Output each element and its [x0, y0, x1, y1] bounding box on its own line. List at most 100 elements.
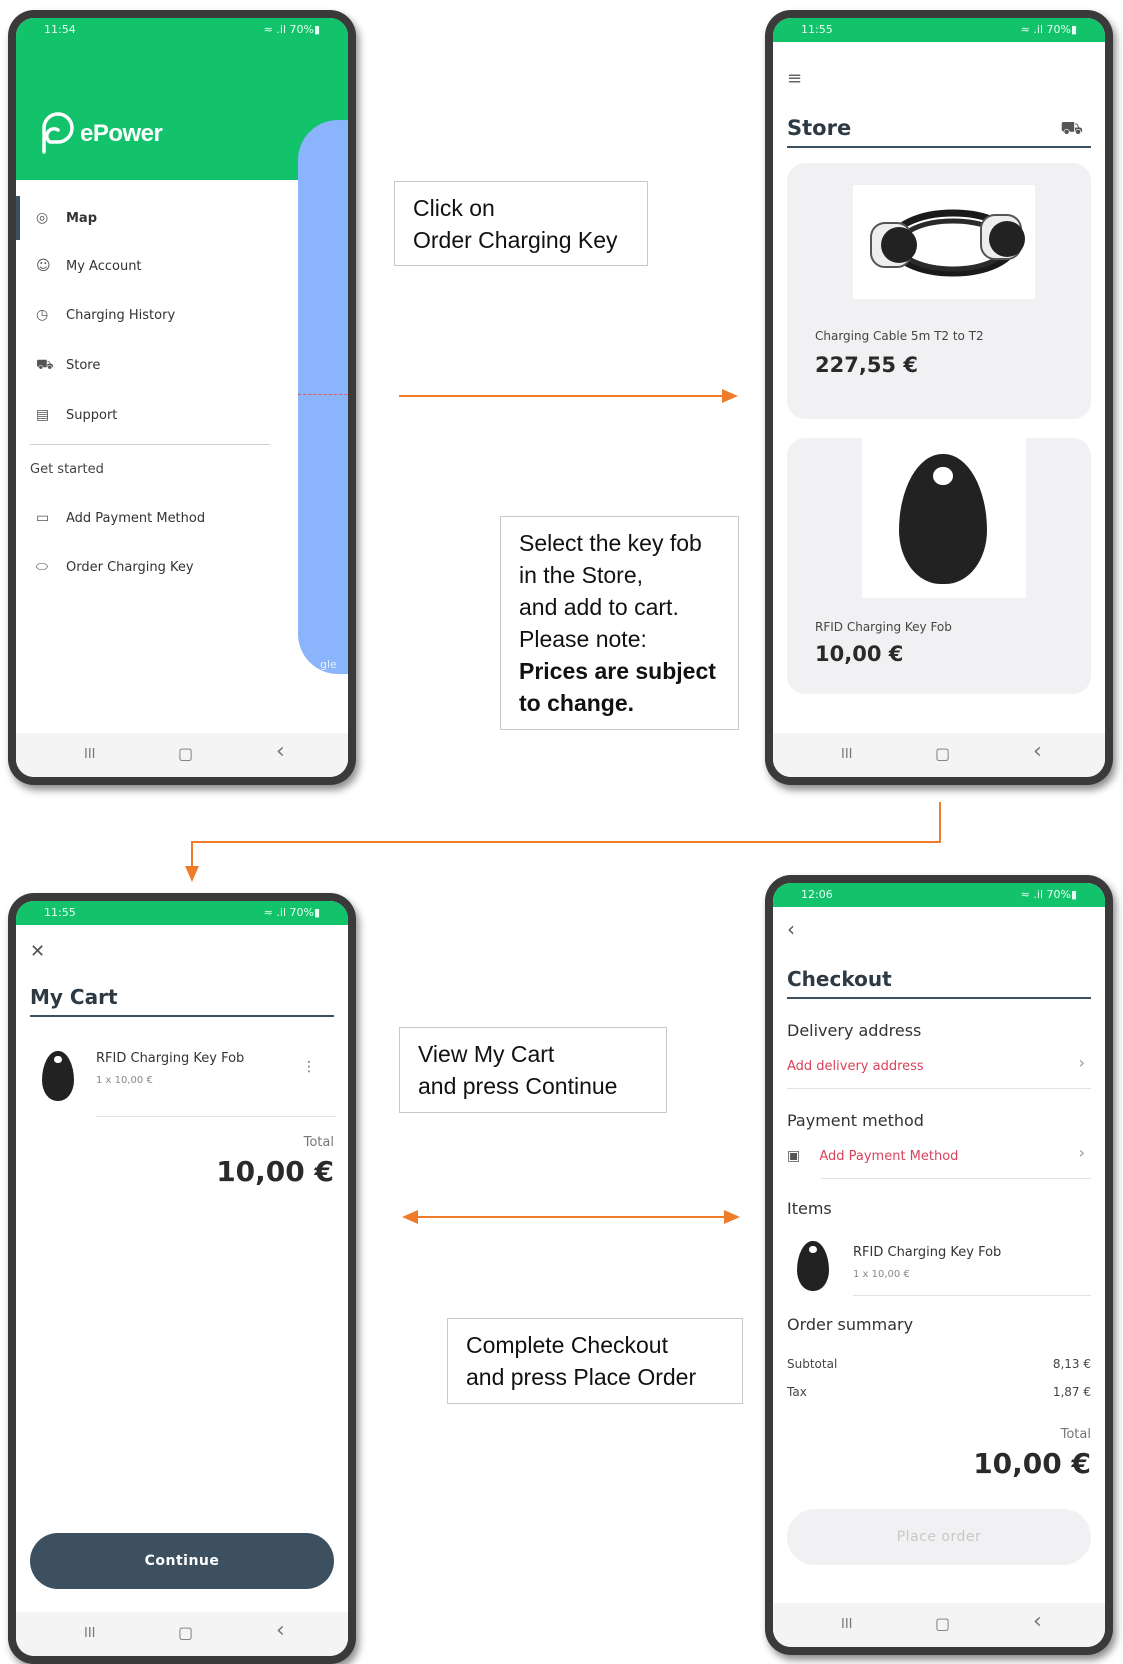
section-label: Get started [30, 462, 104, 477]
android-nav-bar: III ▢ ‹ [773, 733, 1105, 777]
chevron-right-icon: › [1078, 1053, 1085, 1072]
support-icon: ▤ [36, 407, 50, 423]
back-icon[interactable]: ‹ [1033, 1609, 1042, 1634]
recent-apps-icon[interactable]: III [841, 1617, 853, 1632]
callout-line: and press Continue [418, 1073, 618, 1099]
status-signal: ≈ .il 70%▮ [263, 906, 320, 919]
product-card-key-fob[interactable]: RFID Charging Key Fob 10,00 € [787, 438, 1091, 694]
callout-line: in the Store, [519, 562, 644, 588]
chevron-right-icon: › [1078, 1143, 1085, 1162]
status-time: 12:06 [801, 888, 833, 901]
arrow-head [185, 866, 199, 882]
epower-logo-icon [42, 112, 74, 154]
callout-line: Order Charging Key [413, 227, 618, 253]
product-price: 10,00 € [815, 642, 904, 666]
android-nav-bar: III ▢ ‹ [16, 733, 348, 777]
cart-screen: 11:55 ≈ .il 70%▮ ✕ My Cart RFID Charging… [16, 901, 348, 1656]
continue-button[interactable]: Continue [30, 1533, 334, 1589]
checkout-item-qty: 1 x 10,00 € [853, 1269, 910, 1280]
back-icon[interactable]: ‹ [276, 1618, 285, 1643]
tax-label: Tax [787, 1385, 807, 1399]
back-arrow-icon[interactable]: ‹ [787, 917, 795, 941]
product-price: 227,55 € [815, 353, 918, 377]
menu-item-charging-history[interactable]: ◷ Charging History [36, 307, 175, 323]
back-icon[interactable]: ‹ [1033, 739, 1042, 764]
callout-line: Please note: [519, 626, 647, 652]
items-heading: Items [787, 1199, 832, 1218]
title-underline [787, 997, 1091, 999]
phone-checkout-screen: 12:06 ≈ .il 70%▮ ‹ Checkout Delivery add… [765, 875, 1113, 1655]
callout-line: and press Place Order [466, 1364, 697, 1390]
tax-value: 1,87 € [1052, 1385, 1091, 1399]
menu-divider [30, 444, 270, 445]
home-icon[interactable]: ▢ [178, 1623, 193, 1642]
menu-item-support[interactable]: ▤ Support [36, 407, 117, 423]
cart-item-qty: 1 x 10,00 € [96, 1075, 153, 1086]
menu-item-label: Add Payment Method [66, 511, 206, 526]
arrow-store-to-cart [191, 802, 941, 866]
total-label: Total [1060, 1427, 1091, 1442]
wallet-icon: ▣ [787, 1148, 801, 1164]
cart-icon: ⛟ [36, 357, 54, 373]
history-icon: ◷ [36, 307, 49, 323]
home-icon[interactable]: ▢ [935, 744, 950, 763]
phone-menu-screen: 11:54 ≈ .il 70%▮ gle ePower ◎ Map ☺ My Acc… [8, 10, 356, 785]
product-name: RFID Charging Key Fob [815, 620, 952, 634]
section-divider [787, 1088, 1091, 1089]
payment-heading: Payment method [787, 1111, 924, 1130]
home-icon[interactable]: ▢ [935, 1614, 950, 1633]
menu-item-label: Map [66, 211, 98, 226]
cart-icon[interactable]: ⛟ [1060, 118, 1083, 142]
add-payment-method-link[interactable]: ▣ Add Payment Method › [787, 1143, 1091, 1165]
page-title: My Cart [30, 985, 118, 1009]
callout-line: Select the key fob [519, 530, 702, 556]
product-name: Charging Cable 5m T2 to T2 [815, 329, 984, 343]
summary-heading: Order summary [787, 1315, 914, 1334]
recent-apps-icon[interactable]: III [84, 1626, 96, 1641]
section-divider [821, 1178, 1091, 1179]
recent-apps-icon[interactable]: III [841, 747, 853, 762]
status-signal: ≈ .il 70%▮ [1020, 23, 1077, 36]
checkout-screen: 12:06 ≈ .il 70%▮ ‹ Checkout Delivery add… [773, 883, 1105, 1647]
item-options-icon[interactable]: ⋮ [302, 1059, 316, 1075]
menu-item-order-charging-key[interactable]: ⬭ Order Charging Key [36, 559, 194, 575]
menu-item-map[interactable]: ◎ Map [36, 210, 97, 226]
callout-view-cart: View My Cart and press Continue [399, 1027, 667, 1113]
status-time: 11:54 [44, 23, 76, 36]
delivery-heading: Delivery address [787, 1021, 922, 1040]
menu-item-add-payment-method[interactable]: ▭ Add Payment Method [36, 510, 205, 526]
close-icon[interactable]: ✕ [30, 941, 45, 962]
menu-item-label: Order Charging Key [66, 560, 194, 575]
key-fob-icon [899, 454, 987, 584]
recent-apps-icon[interactable]: III [84, 747, 96, 762]
cart-total: 10,00 € [216, 1155, 334, 1188]
callout-select-key-fob: Select the key fob in the Store, and add… [500, 516, 739, 730]
subtotal-value: 8,13 € [1052, 1357, 1091, 1371]
store-screen: 11:55 ≈ .il 70%▮ ≡ Store ⛟ Charging Cabl… [773, 18, 1105, 777]
add-delivery-address-link[interactable]: Add delivery address › [787, 1053, 1091, 1075]
charging-cable-icon [870, 209, 1025, 277]
arrow-head [724, 1210, 740, 1224]
menu-screen: 11:54 ≈ .il 70%▮ gle ePower ◎ Map ☺ My Acc… [16, 18, 348, 777]
map-view[interactable]: gle [298, 120, 348, 674]
arrow-head [722, 389, 738, 403]
menu-item-my-account[interactable]: ☺ My Account [36, 258, 142, 274]
map-watermark: gle [320, 658, 337, 671]
home-icon[interactable]: ▢ [178, 744, 193, 763]
status-time: 11:55 [801, 23, 833, 36]
place-order-button[interactable]: Place order [787, 1509, 1091, 1565]
key-tag-icon: ⬭ [36, 559, 48, 575]
status-signal: ≈ .il 70%▮ [263, 23, 320, 36]
android-nav-bar: III ▢ ‹ [16, 1612, 348, 1656]
product-card-cable[interactable]: Charging Cable 5m T2 to T2 227,55 € [787, 163, 1091, 419]
menu-item-store[interactable]: ⛟ Store [36, 357, 100, 375]
callout-line: Complete Checkout [466, 1332, 668, 1358]
back-icon[interactable]: ‹ [276, 739, 285, 764]
android-nav-bar: III ▢ ‹ [773, 1603, 1105, 1647]
map-route-line [298, 394, 348, 395]
callout-line-bold: Prices are subject [519, 658, 716, 684]
phone-cart-screen: 11:55 ≈ .il 70%▮ ✕ My Cart RFID Charging… [8, 893, 356, 1664]
card-icon: ▭ [36, 510, 50, 526]
hamburger-menu-icon[interactable]: ≡ [787, 68, 802, 89]
key-fob-thumbnail [42, 1051, 74, 1101]
